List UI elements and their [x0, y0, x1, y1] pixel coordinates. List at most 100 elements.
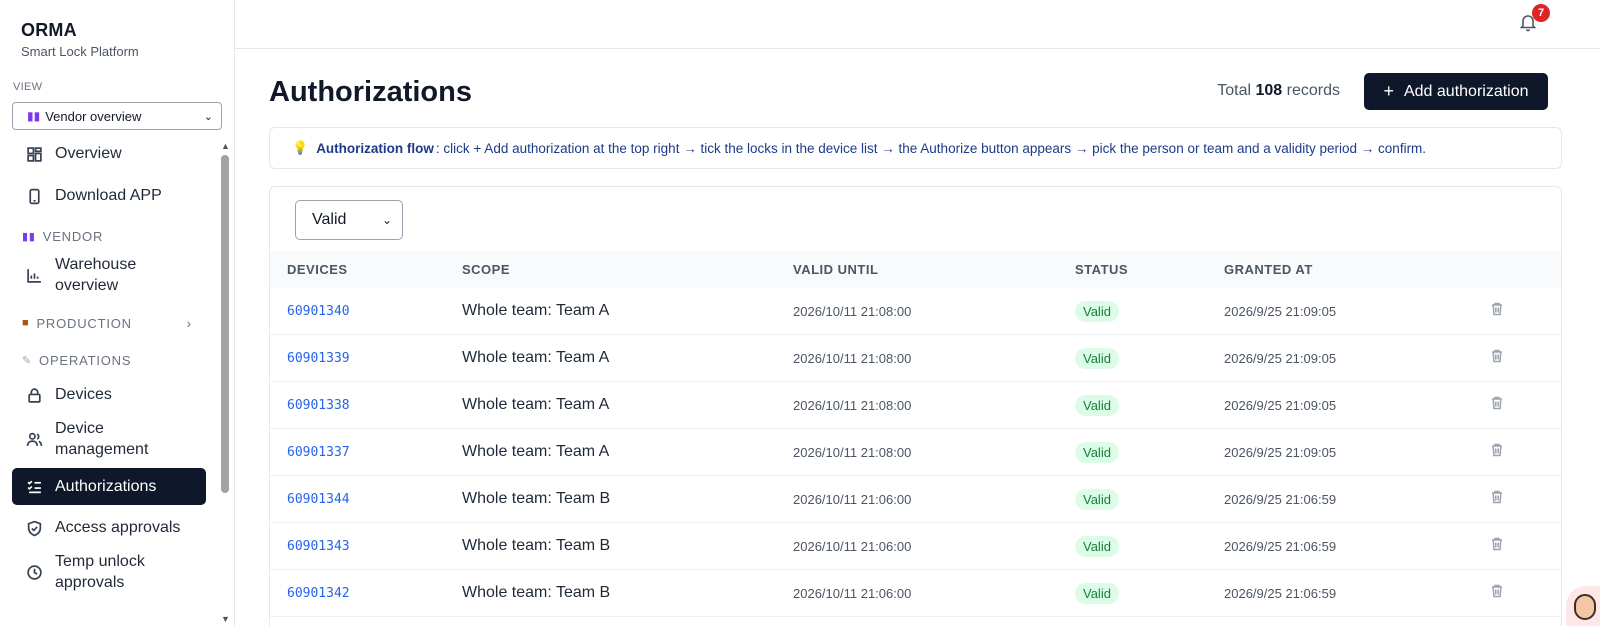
authorizations-card: Valid ⌄ DEVICES SCOPE VALID UNTIL STATUS…: [269, 186, 1562, 626]
table-row[interactable]: 60901340 Whole team: Team A 2026/10/11 21:…: [270, 288, 1561, 335]
sidebar-item-download-app[interactable]: Download APP: [0, 181, 222, 211]
sidebar-item-access-approvals[interactable]: Access approvals: [0, 513, 222, 543]
delete-button[interactable]: [1490, 583, 1504, 603]
scope-cell: Whole team: Team B: [462, 537, 611, 554]
status-badge: Valid: [1075, 488, 1119, 510]
scope-cell: Whole team: Team A: [462, 443, 610, 460]
phone-icon: [25, 187, 43, 205]
delete-button[interactable]: [1490, 442, 1504, 462]
notifications-button[interactable]: 7: [1518, 4, 1550, 34]
sidebar-item-label: Device management: [55, 420, 149, 458]
grid-icon: [25, 145, 43, 163]
users-icon: [25, 430, 43, 448]
checklist-icon: [25, 478, 43, 496]
view-select[interactable]: ▮▮ Vendor overview ⌄: [12, 102, 222, 130]
granted-at-cell: 2026/9/25 21:09:05: [1224, 350, 1337, 366]
delete-button[interactable]: [1490, 348, 1504, 368]
table-row[interactable]: 60901338 Whole team: Team A 2026/10/11 21:…: [270, 382, 1561, 429]
sidebar: ORMA Smart Lock Platform VIEW ▮▮ Vendor …: [0, 0, 235, 626]
column-header-granted-at[interactable]: GRANTED AT: [1224, 262, 1313, 277]
sidebar-item-label: Authorizations: [55, 477, 157, 495]
section-production[interactable]: ■ PRODUCTION ›: [0, 313, 222, 333]
chevron-down-icon: ⌄: [203, 110, 213, 123]
status-badge: Valid: [1075, 347, 1119, 369]
flow-text: : click + Add authorization at the top r…: [435, 140, 1427, 156]
chart-icon: ▮▮: [27, 109, 41, 123]
sidebar-item-temp-unlock-approvals[interactable]: Temp unlock approvals: [0, 549, 222, 595]
device-link[interactable]: 60901342: [287, 586, 350, 601]
table-row[interactable]: 60901343 Whole team: Team B 2026/10/11 21:…: [270, 523, 1561, 570]
scroll-up-icon[interactable]: ▲: [221, 141, 230, 151]
sidebar-item-devices[interactable]: Devices: [0, 380, 222, 410]
column-header-status[interactable]: STATUS: [1075, 262, 1128, 277]
authorization-flow-hint: 💡 Authorization flow : click + Add autho…: [269, 127, 1562, 169]
sidebar-item-authorizations[interactable]: Authorizations: [12, 468, 206, 505]
status-badge: Valid: [1075, 394, 1119, 416]
section-operations: ✎ OPERATIONS: [0, 350, 222, 370]
device-link[interactable]: 60901344: [287, 492, 350, 507]
table-row[interactable]: 60901342 Whole team: Team B 2026/10/11 21:…: [270, 570, 1561, 617]
status-badge: Valid: [1075, 582, 1119, 604]
add-authorization-button[interactable]: + Add authorization: [1364, 73, 1548, 110]
sidebar-nav: Overview Download APP ▮▮ VENDOR Warehous…: [0, 139, 222, 595]
sidebar-item-warehouse-overview[interactable]: Warehouse overview: [0, 252, 222, 298]
sidebar-item-label: Access approvals: [55, 519, 181, 536]
column-header-valid-until[interactable]: VALID UNTIL: [793, 262, 878, 277]
device-link[interactable]: 60901338: [287, 398, 350, 413]
scope-cell: Whole team: Team B: [462, 584, 611, 601]
scrollbar-thumb[interactable]: [221, 155, 229, 493]
valid-until-cell: 2026/10/11 21:08:00: [793, 303, 912, 319]
clock-icon: [25, 563, 43, 581]
shield-check-icon: [25, 519, 43, 537]
sidebar-item-label: Devices: [55, 386, 112, 403]
delete-button[interactable]: [1490, 536, 1504, 556]
column-header-devices[interactable]: DEVICES: [287, 262, 348, 277]
page-title: Authorizations: [269, 76, 472, 108]
valid-until-cell: 2026/10/11 21:06:00: [793, 538, 912, 554]
assistant-avatar[interactable]: [1566, 586, 1600, 626]
section-label: VENDOR: [42, 228, 104, 244]
scope-cell: Whole team: Team B: [462, 490, 611, 507]
delete-button[interactable]: [1490, 395, 1504, 415]
scope-cell: Whole team: Team A: [462, 302, 610, 319]
table-row[interactable]: 60901344 Whole team: Team B 2026/10/11 21:…: [270, 476, 1561, 523]
trash-icon: [1490, 302, 1504, 320]
sidebar-item-overview[interactable]: Overview: [0, 139, 222, 169]
granted-at-cell: 2026/9/25 21:06:59: [1224, 538, 1337, 554]
warehouse-chart-icon: [25, 266, 43, 284]
status-badge: Valid: [1075, 300, 1119, 322]
sidebar-item-label: Overview: [55, 145, 122, 162]
granted-at-cell: 2026/9/25 21:09:05: [1224, 397, 1337, 413]
sidebar-item-device-management[interactable]: Device management: [0, 416, 222, 462]
notification-count-badge: 7: [1532, 4, 1550, 22]
sidebar-scrollbar[interactable]: ▲ ▼: [219, 139, 231, 626]
status-filter-select[interactable]: Valid ⌄: [295, 200, 403, 240]
table-row[interactable]: 60901339 Whole team: Team A 2026/10/11 21:…: [270, 335, 1561, 382]
brand-name: ORMA: [21, 20, 77, 40]
valid-until-cell: 2026/10/11 21:08:00: [793, 397, 912, 413]
trash-icon: [1490, 396, 1504, 414]
chevron-right-icon: ›: [186, 315, 192, 331]
scroll-down-icon[interactable]: ▼: [221, 614, 230, 624]
sidebar-item-label: Temp unlock approvals: [55, 553, 145, 591]
table-row[interactable]: 60901337 Whole team: Team A 2026/10/11 21:…: [270, 429, 1561, 476]
total-records: Total 108 records: [1217, 82, 1340, 100]
device-link[interactable]: 60901337: [287, 445, 350, 460]
column-header-scope[interactable]: SCOPE: [462, 262, 510, 277]
valid-until-cell: 2026/10/11 21:06:00: [793, 491, 912, 507]
device-link[interactable]: 60901340: [287, 304, 350, 319]
delete-button[interactable]: [1490, 489, 1504, 509]
scope-cell: Whole team: Team A: [462, 349, 610, 366]
chart-icon: ▮▮: [22, 230, 36, 243]
device-link[interactable]: 60901339: [287, 351, 350, 366]
delete-button[interactable]: [1490, 301, 1504, 321]
trash-icon: [1490, 490, 1504, 508]
trash-icon: [1490, 443, 1504, 461]
sidebar-item-label: Warehouse overview: [55, 256, 137, 294]
view-label: VIEW: [13, 81, 43, 93]
brand-subtitle: Smart Lock Platform: [21, 44, 139, 59]
granted-at-cell: 2026/9/25 21:06:59: [1224, 585, 1337, 601]
top-bar: 7: [235, 0, 1600, 49]
chevron-down-icon: ⌄: [381, 213, 392, 227]
device-link[interactable]: 60901343: [287, 539, 350, 554]
